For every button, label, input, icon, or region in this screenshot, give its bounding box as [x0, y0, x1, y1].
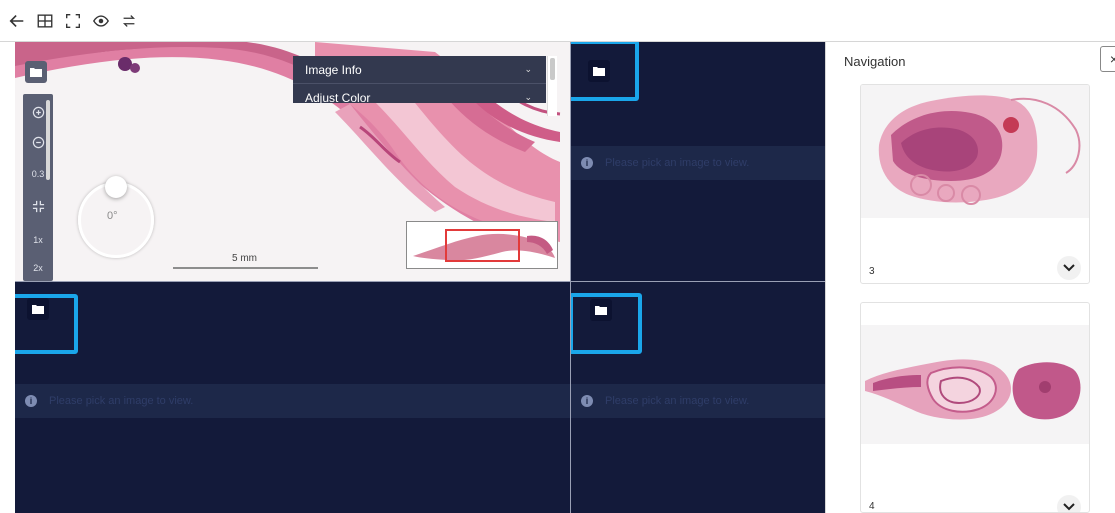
adjust-color-accordion[interactable]: Adjust Color ⌄ — [293, 84, 546, 103]
zoom-preset-2x[interactable]: 2x — [23, 256, 53, 280]
zoom-in-icon — [32, 106, 44, 118]
image-info-label: Image Info — [305, 62, 362, 77]
empty-pane-text: Please pick an image to view. — [605, 157, 750, 169]
app-root: 0.3 1x 2x 0° 5 mm Image Info ⌄ Adjust Co… — [0, 0, 1115, 513]
zoom-preset-1x[interactable]: 1x — [23, 228, 53, 252]
empty-pane-text: Please pick an image to view. — [605, 395, 750, 407]
top-toolbar — [0, 0, 1115, 42]
scale-bar — [173, 267, 318, 269]
pane-divider-vertical[interactable] — [570, 42, 571, 513]
slide-thumbnail[interactable] — [861, 85, 1089, 218]
pane-divider-horizontal[interactable] — [15, 281, 825, 282]
chevron-down-icon — [1063, 264, 1075, 272]
close-navigation-button[interactable]: × — [1100, 46, 1115, 72]
minimap-viewport-box[interactable] — [445, 229, 520, 262]
folder-icon — [32, 305, 44, 314]
rotation-handle[interactable] — [105, 176, 127, 198]
chevron-down-icon: ⌄ — [524, 92, 532, 102]
zoom-out-icon — [32, 136, 44, 148]
viewer-pane-top-left[interactable]: 0.3 1x 2x 0° 5 mm Image Info ⌄ Adjust Co… — [15, 42, 570, 281]
slide-thumbnail-image — [861, 85, 1089, 218]
info-icon: i — [581, 395, 593, 407]
info-icon: i — [25, 395, 37, 407]
fit-to-screen-button[interactable] — [23, 194, 53, 218]
open-image-button-top-right[interactable] — [588, 60, 610, 82]
viewer-pane-top-right[interactable]: i Please pick an image to view. — [571, 42, 825, 281]
swap-arrows-icon — [122, 15, 136, 27]
empty-pane-message: i Please pick an image to view. — [571, 146, 825, 180]
tool-strip-scrollbar[interactable] — [46, 100, 50, 180]
info-icon: i — [581, 157, 593, 169]
arrow-left-icon — [9, 15, 24, 27]
slide-thumbnail-image — [861, 325, 1089, 444]
viewer-grid: 0.3 1x 2x 0° 5 mm Image Info ⌄ Adjust Co… — [15, 42, 825, 513]
scrollbar-thumb[interactable] — [550, 58, 555, 80]
folder-icon — [593, 67, 605, 76]
image-settings-panel: Image Info ⌄ Adjust Color ⌄ — [293, 56, 546, 103]
folder-icon — [595, 306, 607, 315]
slide-expand-button[interactable] — [1057, 495, 1081, 512]
slide-card[interactable]: 3 — [860, 84, 1090, 284]
adjust-color-label: Adjust Color — [305, 90, 371, 104]
slide-label: 4 — [869, 501, 875, 512]
collapse-arrows-icon — [32, 200, 44, 212]
sync-button[interactable] — [118, 10, 140, 32]
scale-bar-label: 5 mm — [232, 253, 257, 264]
open-image-button-top-left[interactable] — [25, 61, 47, 83]
image-info-accordion[interactable]: Image Info ⌄ — [293, 56, 546, 84]
navigation-title: Navigation — [844, 54, 906, 69]
settings-panel-scrollbar[interactable] — [547, 56, 557, 116]
empty-pane-message: i Please pick an image to view. — [571, 384, 825, 418]
fullscreen-icon — [66, 14, 80, 28]
back-button[interactable] — [6, 10, 28, 32]
open-image-button-bottom-right[interactable] — [590, 299, 612, 321]
navigation-panel: Navigation × 3 4 — [825, 42, 1115, 513]
visibility-button[interactable] — [90, 10, 112, 32]
viewer-pane-bottom-left[interactable]: i Please pick an image to view. — [15, 282, 570, 513]
grid-layout-button[interactable] — [34, 10, 56, 32]
chevron-down-icon — [1063, 503, 1075, 511]
slide-thumbnail[interactable] — [861, 325, 1089, 444]
rotation-label: 0° — [107, 210, 118, 222]
empty-pane-message: i Please pick an image to view. — [15, 384, 570, 418]
grid-icon — [37, 14, 53, 28]
chevron-down-icon: ⌄ — [524, 64, 532, 74]
empty-pane-text: Please pick an image to view. — [49, 395, 194, 407]
slide-label: 3 — [869, 266, 875, 277]
viewer-pane-bottom-right[interactable]: i Please pick an image to view. — [571, 282, 825, 513]
open-image-button-bottom-left[interactable] — [27, 298, 49, 320]
folder-icon — [30, 68, 42, 77]
eye-icon — [93, 15, 109, 27]
minimap[interactable] — [406, 221, 558, 269]
slide-expand-button[interactable] — [1057, 256, 1081, 280]
fullscreen-button[interactable] — [62, 10, 84, 32]
slide-card[interactable]: 4 — [860, 302, 1090, 513]
